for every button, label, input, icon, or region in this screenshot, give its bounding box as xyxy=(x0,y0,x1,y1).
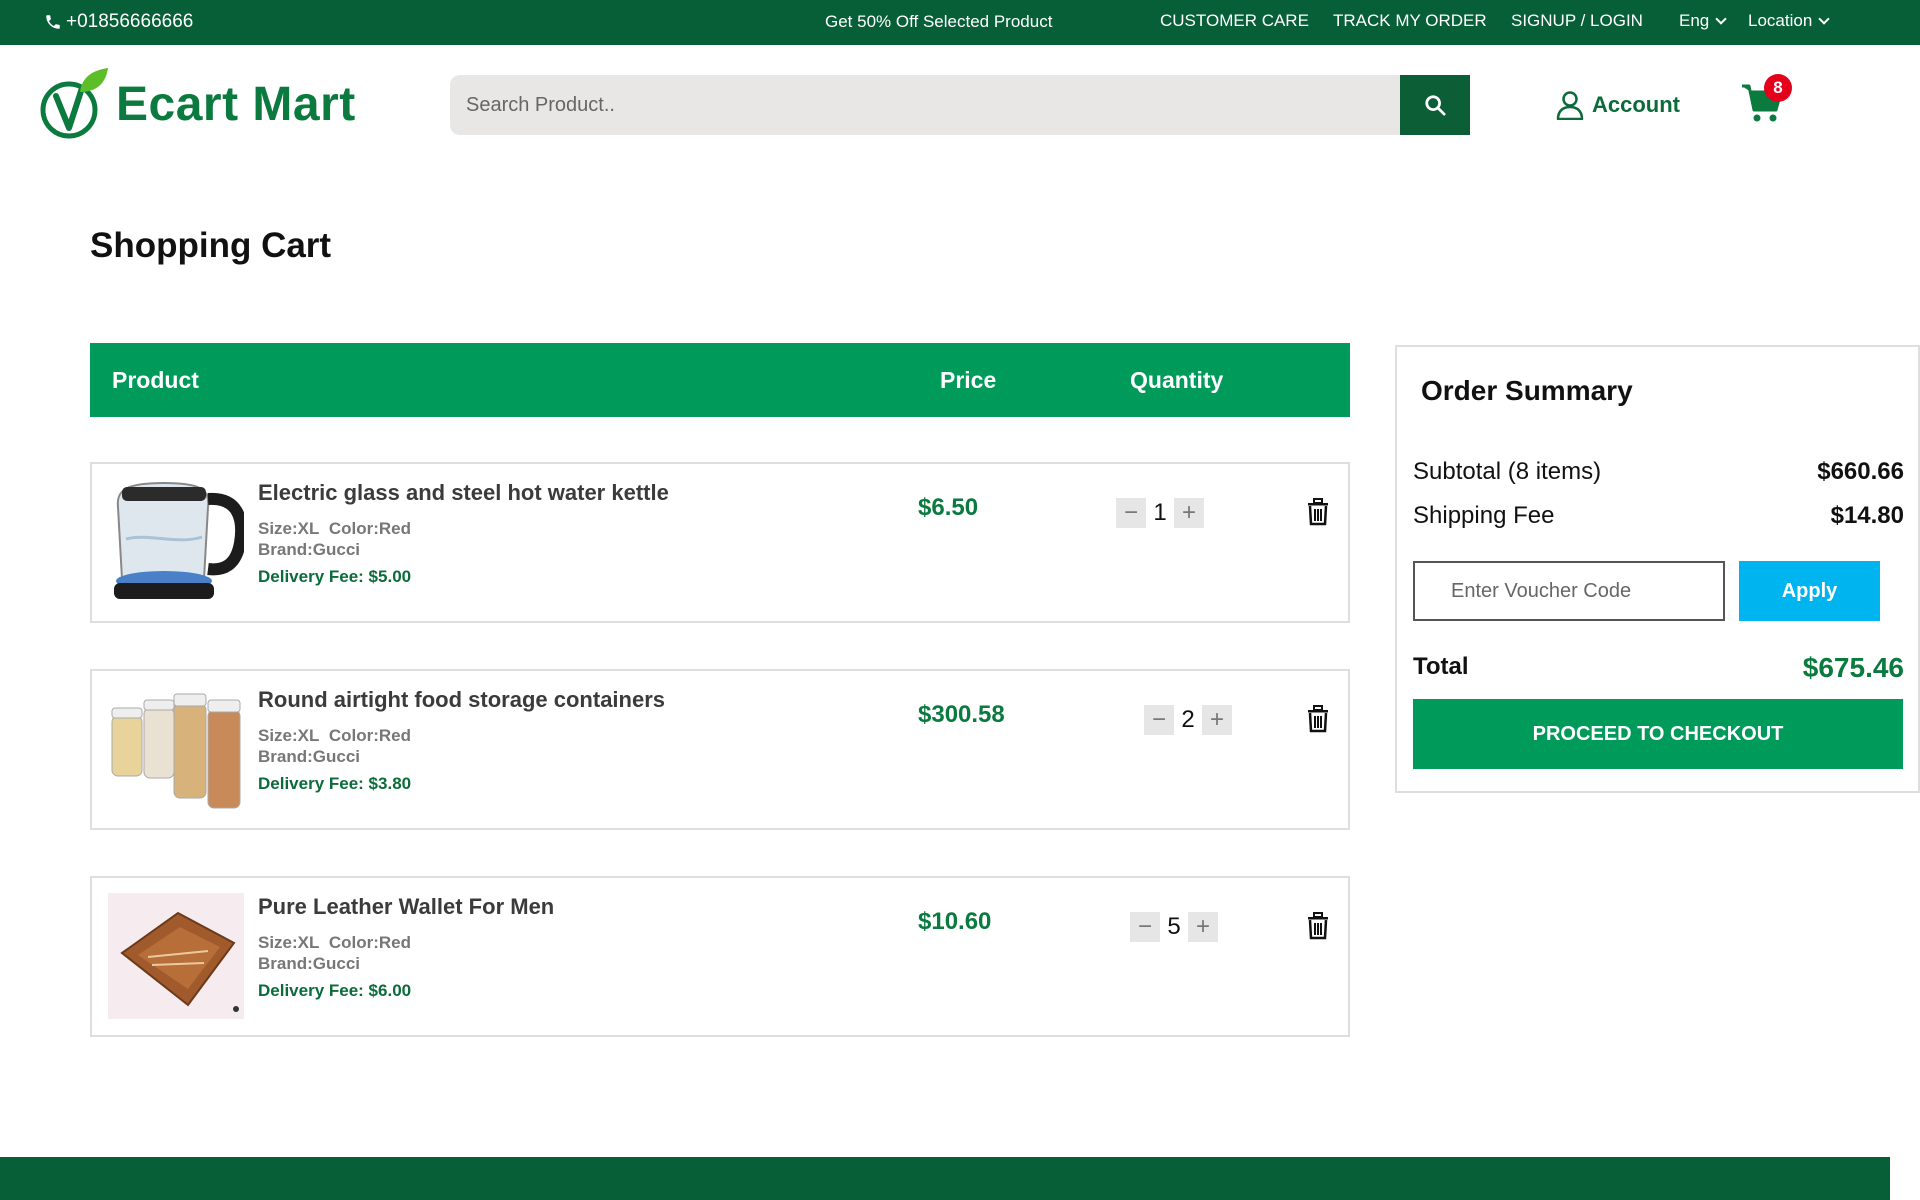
product-name[interactable]: Round airtight food storage containers xyxy=(258,687,665,713)
proceed-to-checkout-button[interactable]: PROCEED TO CHECKOUT xyxy=(1413,699,1903,769)
product-size: Size:XL xyxy=(258,726,320,745)
logo[interactable]: Ecart Mart xyxy=(36,66,356,142)
nav-track-order[interactable]: TRACK MY ORDER xyxy=(1333,11,1487,31)
remove-item-button[interactable] xyxy=(1306,498,1330,531)
search-input[interactable] xyxy=(450,75,1470,135)
subtotal-label: Subtotal (8 items) xyxy=(1413,458,1602,485)
increase-quantity-button[interactable]: + xyxy=(1174,498,1204,528)
page-title: Shopping Cart xyxy=(90,226,332,265)
cart-count-badge: 8 xyxy=(1764,74,1792,102)
wallet-image[interactable] xyxy=(108,893,244,1019)
column-price: Price xyxy=(940,367,997,393)
account-link[interactable]: Account xyxy=(1556,90,1680,120)
product-brand: Brand:Gucci xyxy=(258,747,361,766)
quantity-value: 2 xyxy=(1181,706,1195,733)
trash-icon xyxy=(1308,912,1328,940)
subtotal-value: $660.66 xyxy=(1817,458,1904,485)
search-icon xyxy=(1425,95,1446,116)
voucher-field xyxy=(1413,561,1725,621)
product-brand: Brand:Gucci xyxy=(258,954,361,973)
total-label: Total xyxy=(1413,653,1469,680)
item-price: $10.60 xyxy=(918,908,992,935)
delivery-fee: Delivery Fee: $6.00 xyxy=(258,981,412,1000)
chevron-down-icon xyxy=(1715,13,1727,25)
remove-item-button[interactable] xyxy=(1306,705,1330,738)
cart-table-header: Product Price Quantity xyxy=(90,343,1350,417)
order-summary-title: Order Summary xyxy=(1421,375,1633,406)
language-label: Eng xyxy=(1679,11,1710,30)
shipping-value: $14.80 xyxy=(1830,502,1904,529)
cart-item-row: Round airtight food storage containers S… xyxy=(90,669,1350,830)
quantity-stepper: − 2 + xyxy=(1144,705,1232,735)
increase-quantity-button[interactable]: + xyxy=(1188,912,1218,942)
order-summary: Order Summary Subtotal (8 items) $660.66… xyxy=(1395,345,1920,793)
location-label: Location xyxy=(1748,11,1813,30)
delivery-fee: Delivery Fee: $3.80 xyxy=(258,774,412,793)
product-size: Size:XL xyxy=(258,519,320,538)
product-meta: Size:XL Color:Red Brand:Gucci xyxy=(258,725,411,767)
trash-icon xyxy=(1308,498,1328,526)
cart-item-row: Electric glass and steel hot water kettl… xyxy=(90,462,1350,623)
product-brand: Brand:Gucci xyxy=(258,540,361,559)
remove-item-button[interactable] xyxy=(1306,912,1330,945)
increase-quantity-button[interactable]: + xyxy=(1202,705,1232,735)
decrease-quantity-button[interactable]: − xyxy=(1144,705,1174,735)
leaf-logo-icon xyxy=(40,68,108,139)
apply-voucher-button[interactable]: Apply xyxy=(1739,561,1880,621)
product-color: Color:Red xyxy=(328,519,412,538)
product-name[interactable]: Pure Leather Wallet For Men xyxy=(258,894,554,920)
logo-text: Ecart Mart xyxy=(116,77,356,131)
phone-contact[interactable]: +01856666666 xyxy=(44,11,193,33)
shipping-label: Shipping Fee xyxy=(1413,502,1555,529)
decrease-quantity-button[interactable]: − xyxy=(1130,912,1160,942)
quantity-value: 5 xyxy=(1167,913,1181,940)
quantity-stepper: − 5 + xyxy=(1130,912,1218,942)
phone-icon xyxy=(46,15,60,29)
column-quantity: Quantity xyxy=(1130,367,1224,393)
quantity-value: 1 xyxy=(1153,499,1167,526)
nav-signup-login[interactable]: SIGNUP / LOGIN xyxy=(1511,11,1643,31)
item-price: $300.58 xyxy=(918,701,1005,728)
product-meta: Size:XL Color:Red Brand:Gucci xyxy=(258,518,411,560)
trash-icon xyxy=(1308,705,1328,733)
total-value: $675.46 xyxy=(1802,652,1904,683)
nav-customer-care[interactable]: CUSTOMER CARE xyxy=(1160,11,1309,31)
phone-number: +01856666666 xyxy=(66,11,194,32)
decrease-quantity-button[interactable]: − xyxy=(1116,498,1146,528)
language-select[interactable]: Eng xyxy=(1679,11,1727,31)
product-color: Color:Red xyxy=(328,933,412,952)
kettle-image[interactable] xyxy=(108,479,248,605)
promo-text[interactable]: Get 50% Off Selected Product xyxy=(825,12,1052,32)
item-price: $6.50 xyxy=(918,494,979,521)
footer-bar xyxy=(0,1157,1890,1200)
product-name[interactable]: Electric glass and steel hot water kettl… xyxy=(258,480,669,506)
product-meta: Size:XL Color:Red Brand:Gucci xyxy=(258,932,411,974)
location-select[interactable]: Location xyxy=(1748,11,1830,31)
search-bar xyxy=(450,75,1470,135)
cart-item-row: Pure Leather Wallet For Men Size:XL Colo… xyxy=(90,876,1350,1037)
jars-image[interactable] xyxy=(108,686,244,812)
account-label: Account xyxy=(1592,92,1680,117)
quantity-stepper: − 1 + xyxy=(1116,498,1204,528)
product-color: Color:Red xyxy=(328,726,412,745)
product-size: Size:XL xyxy=(258,933,320,952)
search-button[interactable] xyxy=(1400,75,1470,135)
user-icon xyxy=(1556,91,1584,120)
column-product: Product xyxy=(112,367,199,393)
top-bar: +01856666666 Get 50% Off Selected Produc… xyxy=(0,0,1920,45)
chevron-down-icon xyxy=(1818,13,1830,25)
voucher-input[interactable] xyxy=(1415,563,1723,619)
delivery-fee: Delivery Fee: $5.00 xyxy=(258,567,412,586)
